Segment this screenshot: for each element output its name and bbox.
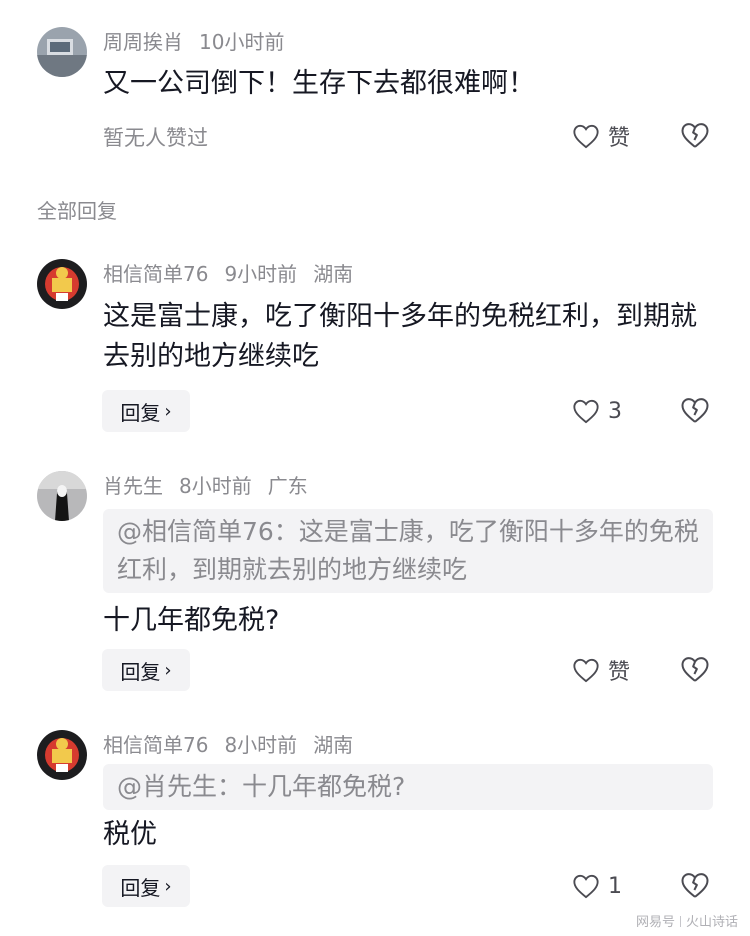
reply-label: 回复 xyxy=(120,400,161,425)
top-comment-meta: 周周挨肖 10小时前 xyxy=(103,29,300,55)
dislike-button[interactable] xyxy=(680,396,710,426)
timestamp: 9小时前 xyxy=(224,262,298,286)
like-label: 赞 xyxy=(608,126,631,151)
timestamp: 8小时前 xyxy=(224,733,298,757)
reply-button[interactable]: 回复 › xyxy=(102,865,190,907)
heart-icon xyxy=(573,124,599,149)
dislike-button[interactable] xyxy=(680,655,710,685)
author-name[interactable]: 相信简单76 xyxy=(103,262,208,286)
like-button[interactable]: 1 xyxy=(572,868,622,904)
like-count: 1 xyxy=(608,873,622,899)
heart-icon xyxy=(573,399,599,424)
section-label-all-replies: 全部回复 xyxy=(37,199,117,223)
reply-2-meta: 肖先生 8小时前 广东 xyxy=(103,473,324,499)
reply-2-text: 十几年都免税? xyxy=(103,605,280,636)
location: 湖南 xyxy=(313,733,354,757)
avatar-reply-1[interactable] xyxy=(37,259,87,309)
reply-button[interactable]: 回复 › xyxy=(102,390,190,432)
like-label: 赞 xyxy=(608,660,631,685)
timestamp: 10小时前 xyxy=(199,30,285,54)
chevron-right-icon: › xyxy=(164,659,172,681)
reply-1-text: 这是富士康，吃了衡阳十多年的免税红利，到期就去别的地方继续吃 xyxy=(103,301,697,372)
reply-label: 回复 xyxy=(120,659,161,684)
like-count: 3 xyxy=(608,398,622,424)
avatar-reply-2[interactable] xyxy=(37,471,87,521)
chevron-right-icon: › xyxy=(164,400,172,422)
reply-1-meta: 相信简单76 9小时前 湖南 xyxy=(103,261,369,287)
broken-heart-icon xyxy=(681,873,709,898)
top-comment-text: 又一公司倒下！生存下去都很难啊！ xyxy=(103,68,535,99)
location: 广东 xyxy=(267,474,308,498)
chevron-right-icon: › xyxy=(164,875,172,897)
quoted-reply: @相信简单76：这是富士康，吃了衡阳十多年的免税红利，到期就去别的地方继续吃 xyxy=(103,509,713,593)
heart-icon xyxy=(573,658,599,683)
dislike-button[interactable] xyxy=(680,871,710,901)
author-name[interactable]: 肖先生 xyxy=(103,474,163,498)
quoted-reply: @肖先生：十几年都免税? xyxy=(103,764,713,810)
reply-label: 回复 xyxy=(120,875,161,900)
watermark-right: 火山诗话 xyxy=(685,915,738,930)
broken-heart-icon xyxy=(681,398,709,423)
broken-heart-icon xyxy=(681,123,709,148)
watermark-left: 网易号 xyxy=(635,915,675,930)
timestamp: 8小时前 xyxy=(179,474,252,498)
broken-heart-icon xyxy=(681,657,709,682)
dislike-button[interactable] xyxy=(680,121,710,151)
avatar-reply-3[interactable] xyxy=(37,730,87,780)
like-button[interactable]: 赞 xyxy=(572,652,630,688)
reply-button[interactable]: 回复 › xyxy=(102,649,190,691)
heart-icon xyxy=(573,874,599,899)
reply-3-text: 税优 xyxy=(103,819,157,850)
author-name[interactable]: 相信简单76 xyxy=(103,733,208,757)
author-name[interactable]: 周周挨肖 xyxy=(103,30,183,54)
reply-3-meta: 相信简单76 8小时前 湖南 xyxy=(103,732,369,758)
watermark-divider xyxy=(679,916,681,927)
watermark: 网易号 火山诗话 xyxy=(636,911,738,930)
location: 湖南 xyxy=(313,262,354,286)
no-likes-label: 暂无人赞过 xyxy=(103,126,208,150)
like-button[interactable]: 3 xyxy=(572,393,622,429)
avatar-top-commenter[interactable] xyxy=(37,27,87,77)
like-button[interactable]: 赞 xyxy=(572,118,630,154)
